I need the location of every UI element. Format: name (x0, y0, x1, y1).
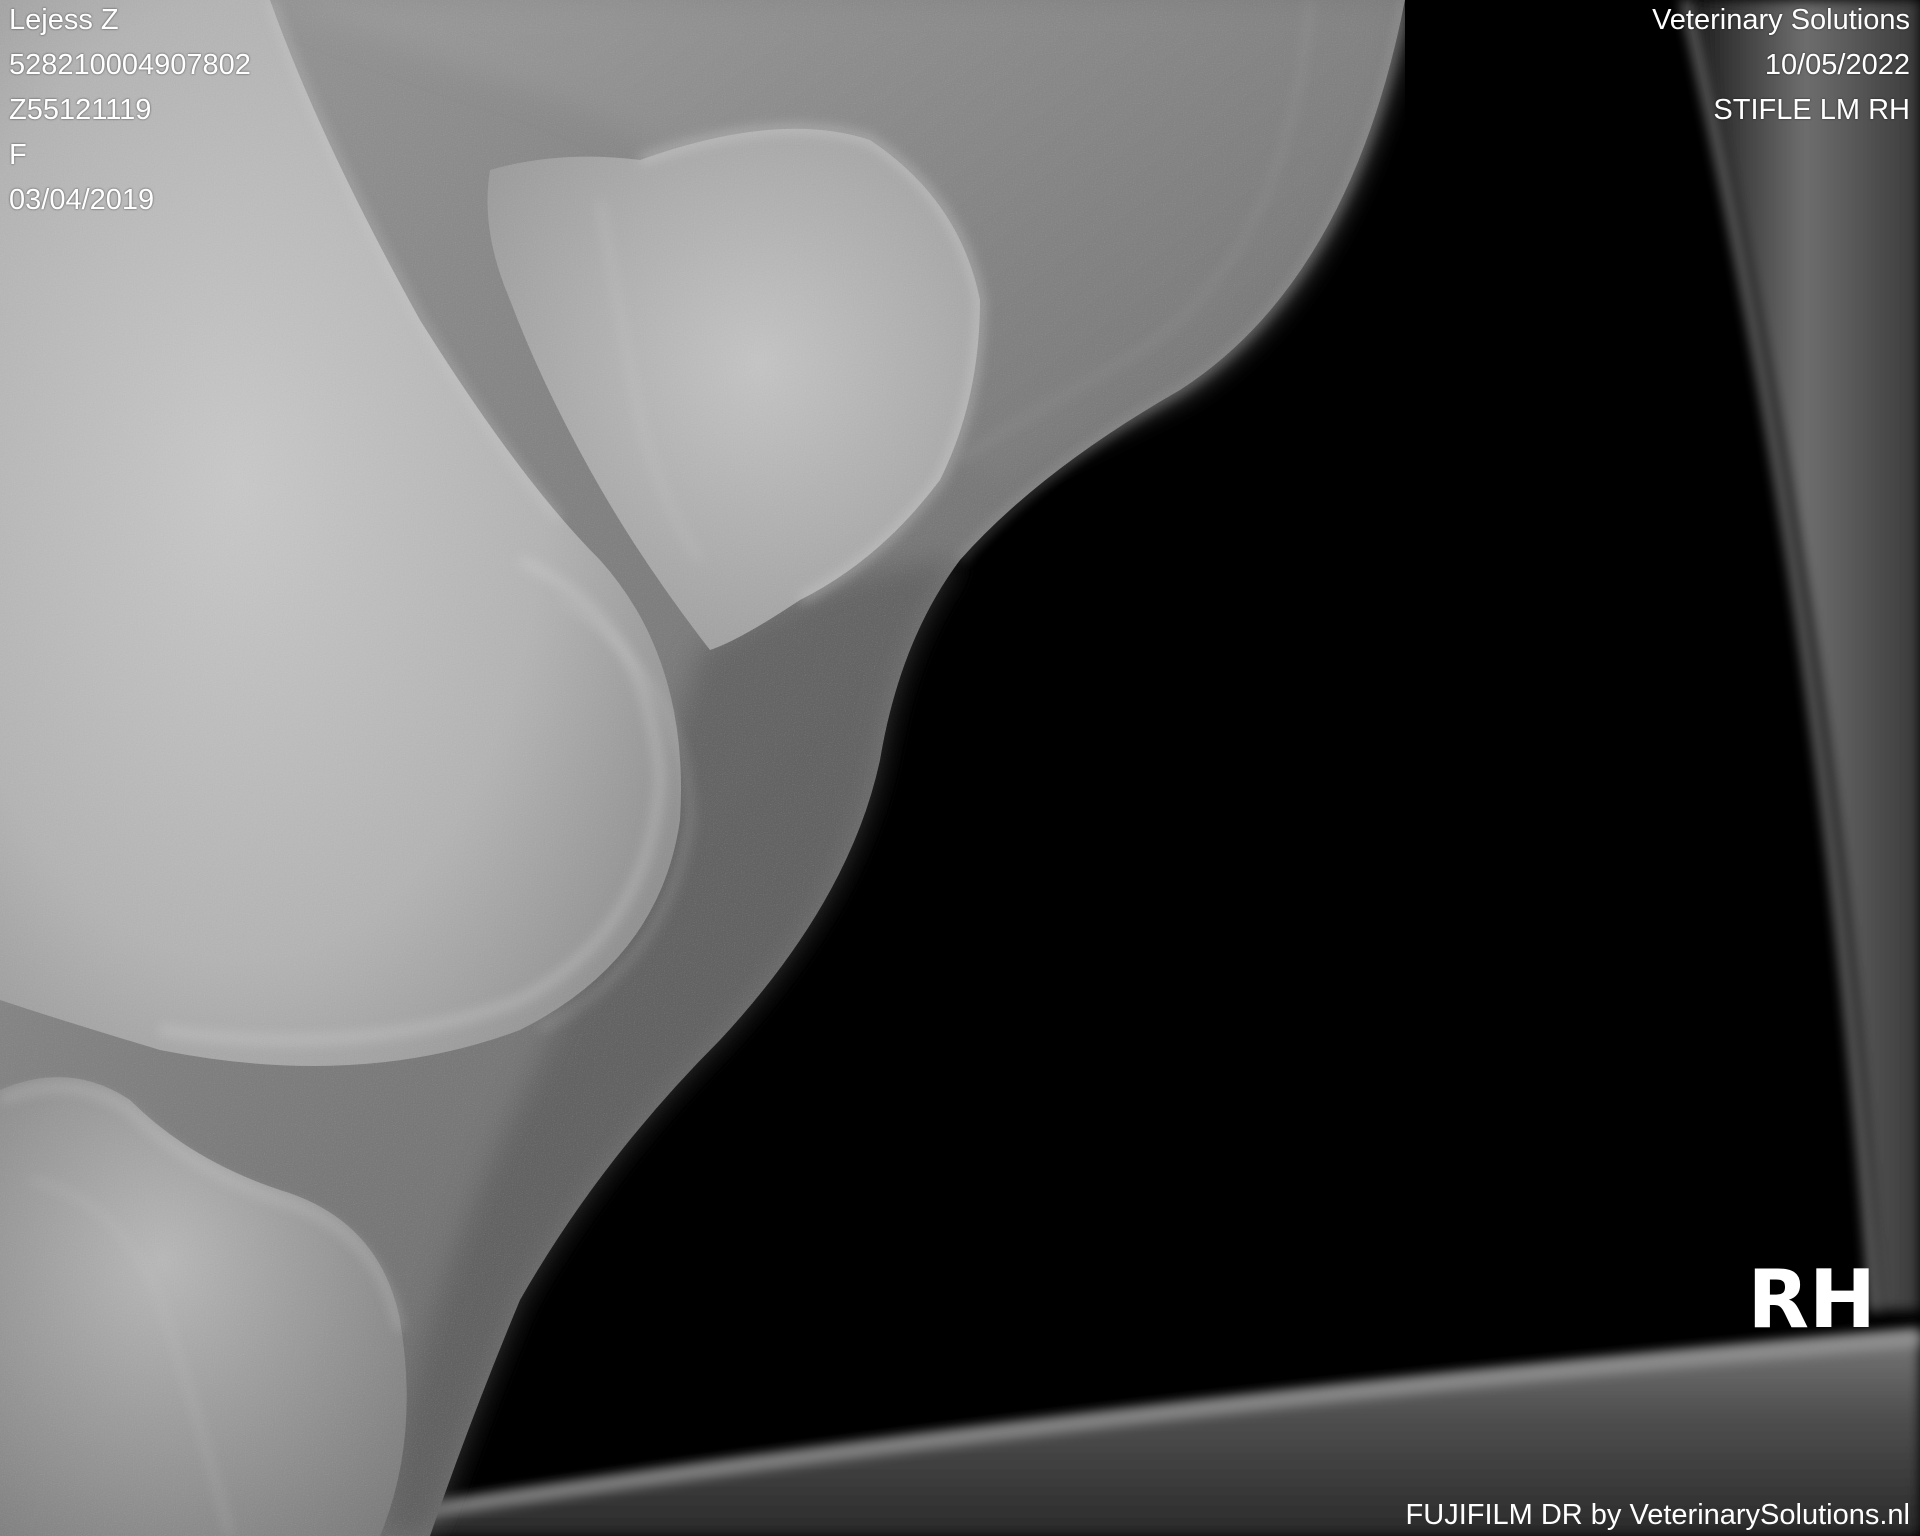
footer-watermark: FUJIFILM DR by VeterinarySolutions.nl (1405, 1499, 1910, 1531)
patient-sex: F (9, 139, 27, 171)
study-date: 10/05/2022 (1764, 49, 1910, 81)
study-info-block: Veterinary Solutions 10/05/2022 STIFLE L… (1652, 0, 1910, 133)
side-marker: RH (1747, 1253, 1876, 1346)
patient-id: Z55121119 (9, 94, 152, 126)
view-label: STIFLE LM RH (1713, 94, 1910, 126)
stifle-radiograph (0, 0, 1920, 1536)
patient-info-block: Lejess Z 528210004907802 Z55121119 F 03/… (9, 0, 251, 223)
xray-viewer: Lejess Z 528210004907802 Z55121119 F 03/… (0, 0, 1920, 1536)
institution-name: Veterinary Solutions (1652, 4, 1910, 36)
patient-chip-number: 528210004907802 (9, 49, 251, 81)
patient-name: Lejess Z (9, 4, 119, 36)
patient-birth-date: 03/04/2019 (9, 184, 155, 216)
